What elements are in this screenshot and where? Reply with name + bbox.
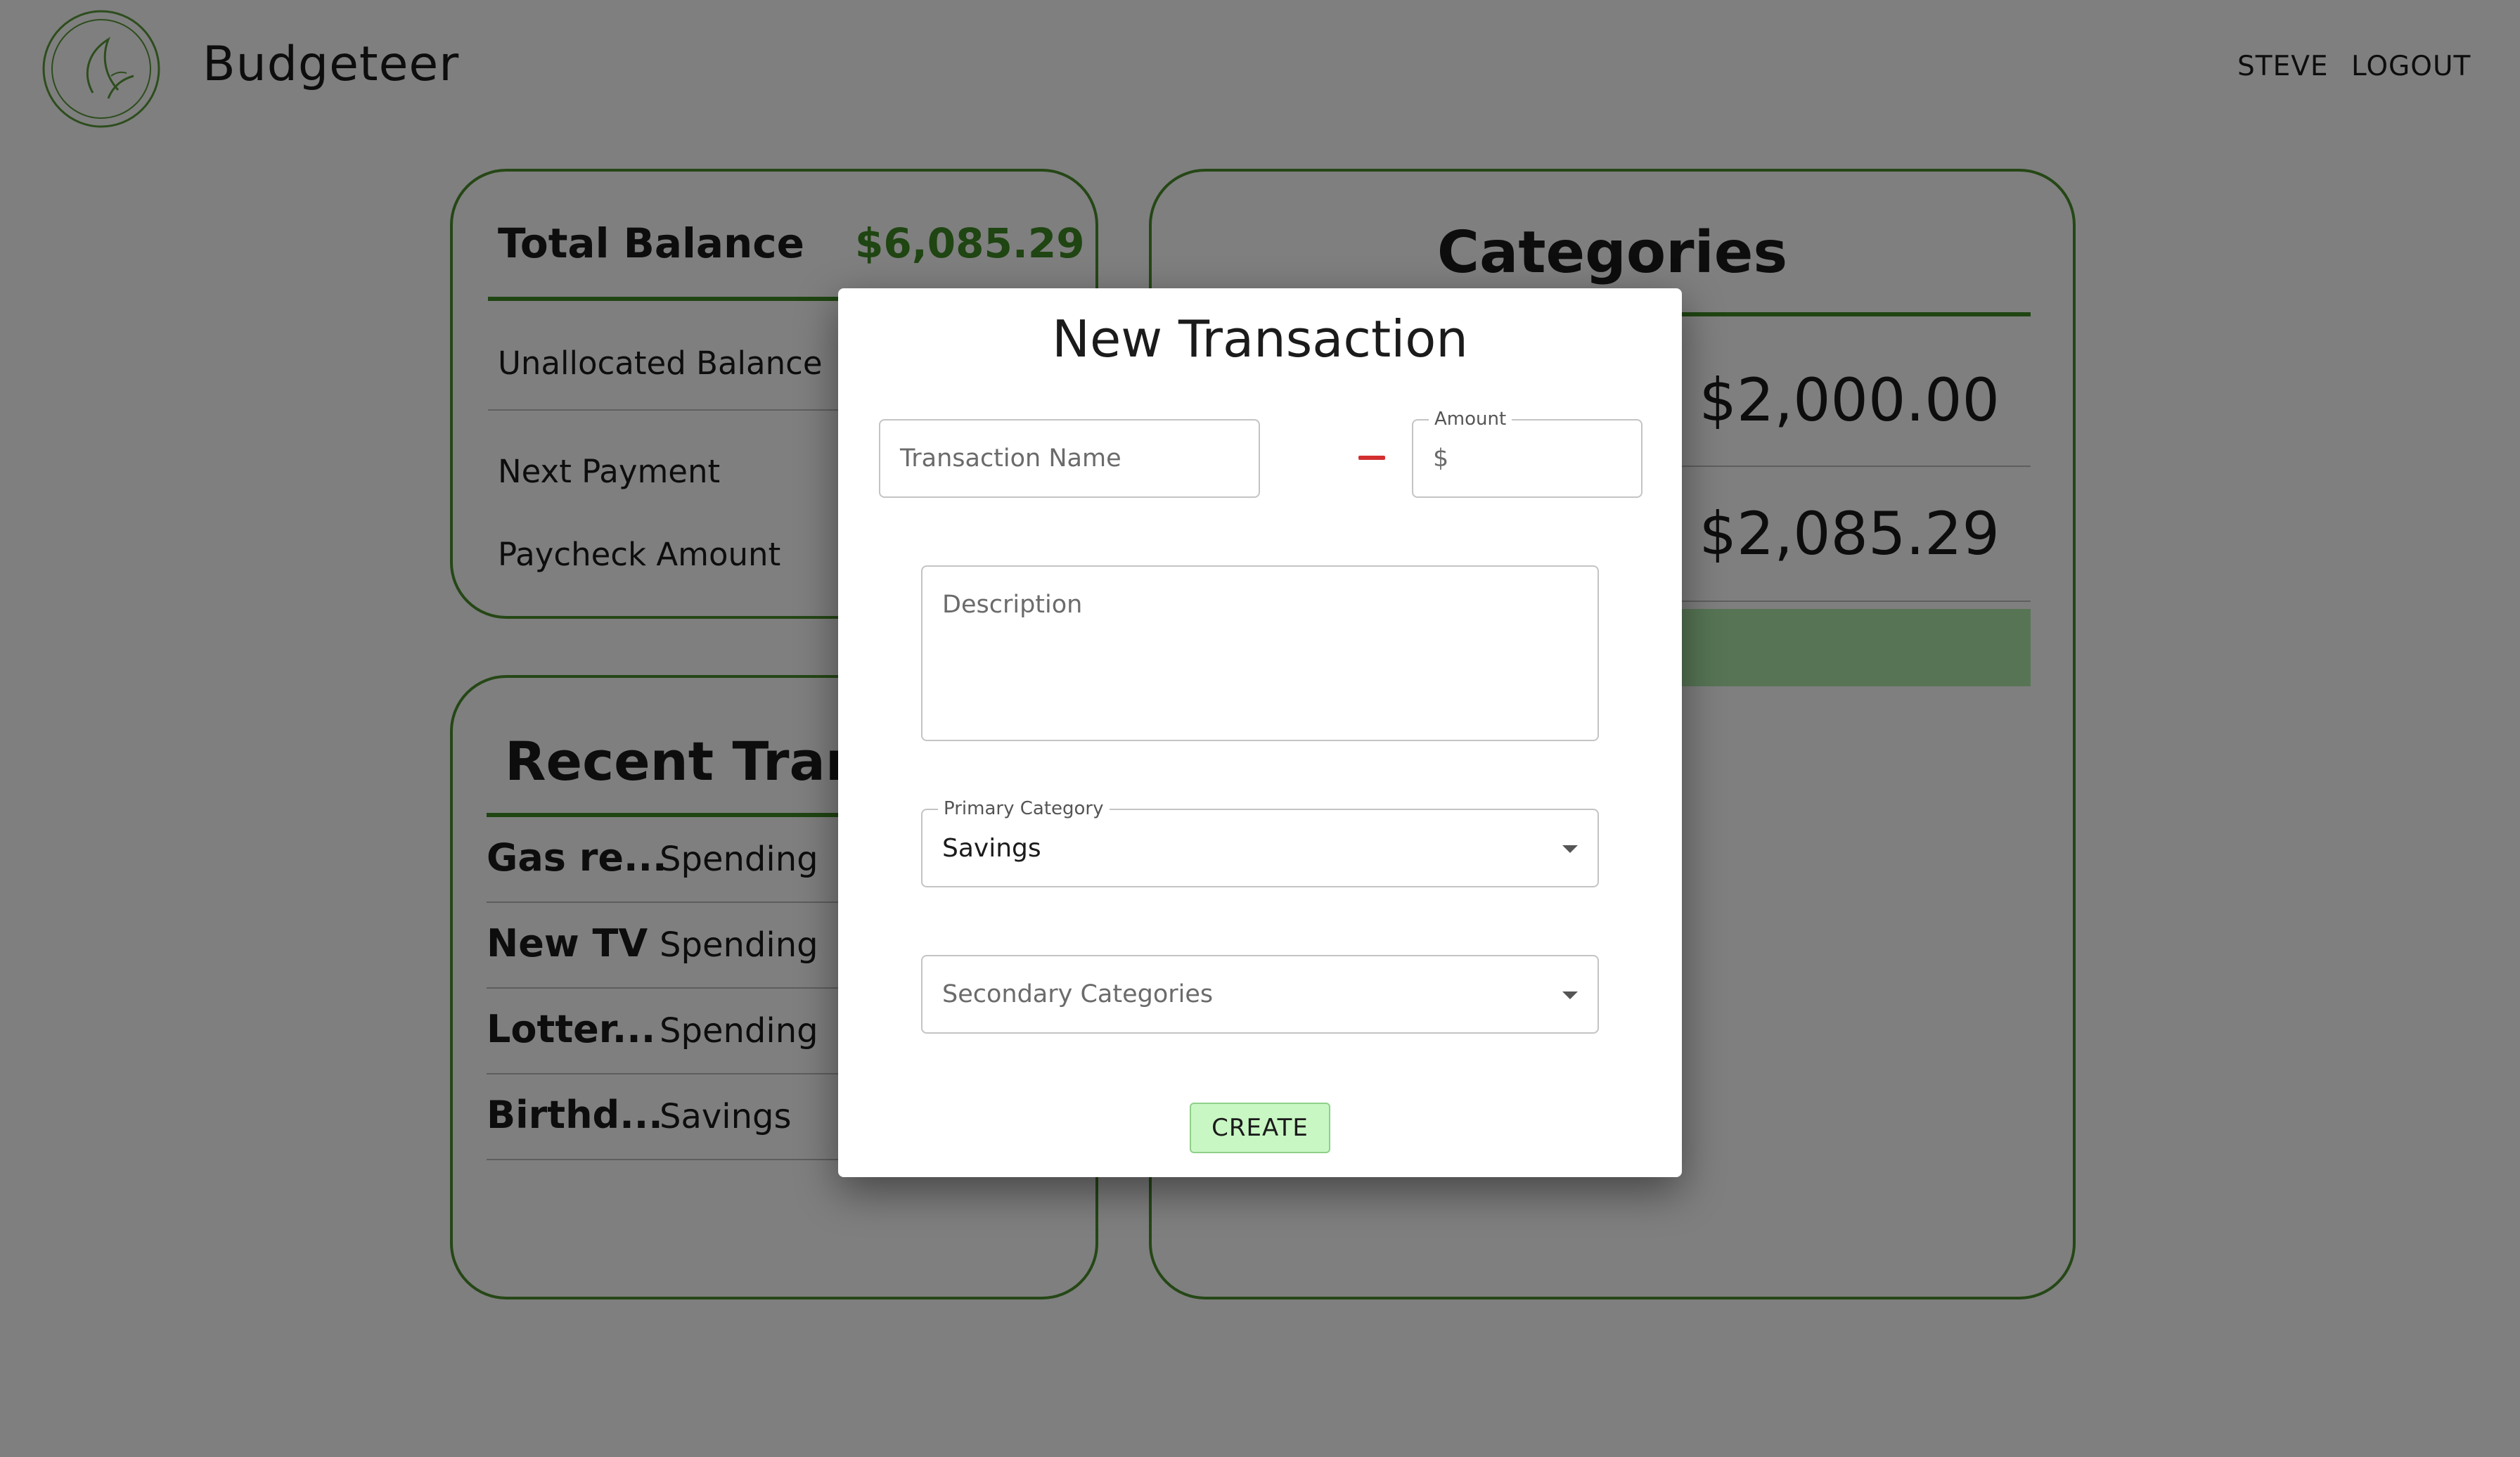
description-placeholder: Description (942, 591, 1083, 619)
new-transaction-modal: New Transaction Transaction Name Amount … (838, 288, 1682, 1177)
secondary-categories-select[interactable]: Secondary Categories (921, 955, 1599, 1034)
chevron-down-icon (1562, 991, 1578, 999)
amount-prefix: $ (1433, 444, 1449, 473)
create-button[interactable]: CREATE (1190, 1103, 1330, 1153)
chevron-down-icon (1562, 845, 1578, 853)
amount-label: Amount (1429, 409, 1512, 430)
secondary-categories-placeholder: Secondary Categories (942, 980, 1214, 1008)
amount-input[interactable]: Amount $ (1412, 409, 1642, 498)
primary-category-label: Primary Category (938, 798, 1110, 819)
create-button-label: CREATE (1211, 1114, 1309, 1142)
primary-category-select[interactable]: Primary Category Savings (921, 798, 1599, 887)
transaction-name-placeholder: Transaction Name (900, 444, 1121, 473)
modal-title: New Transaction (1052, 309, 1468, 368)
primary-category-value: Savings (942, 834, 1041, 863)
description-textarea[interactable]: Description (921, 565, 1599, 741)
minus-icon[interactable] (1358, 456, 1385, 460)
transaction-name-input[interactable]: Transaction Name (879, 419, 1260, 498)
